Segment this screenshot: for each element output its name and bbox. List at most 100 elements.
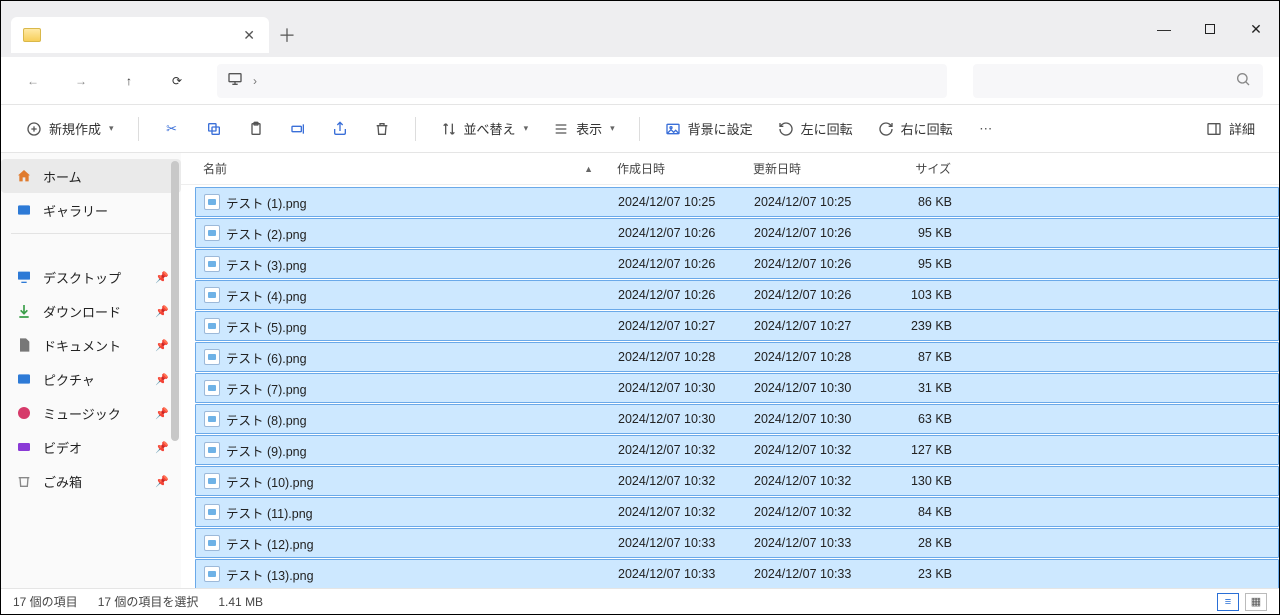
details-pane-button[interactable]: 詳細 [1197, 113, 1263, 144]
grid-view-button[interactable]: ▦ [1245, 593, 1267, 611]
separator [138, 117, 139, 141]
column-modified[interactable]: 更新日時 [745, 160, 877, 177]
sidebar-item-downloads[interactable]: ダウンロード 📌 [1, 294, 181, 328]
file-name: テスト (13).png [226, 565, 314, 584]
cut-button[interactable]: ✂ [155, 114, 189, 144]
clipboard-icon [247, 120, 265, 138]
new-tab-button[interactable]: ＋ [269, 22, 305, 48]
up-button[interactable]: ↑ [113, 65, 145, 97]
file-created: 2024/12/07 10:32 [610, 505, 746, 519]
sidebar-item-gallery[interactable]: ギャラリー [1, 193, 181, 227]
rotate-left-button[interactable]: 左に回転 [769, 113, 861, 144]
file-name: テスト (11).png [226, 503, 313, 522]
image-file-icon [204, 411, 220, 427]
copy-icon [205, 120, 223, 138]
sidebar-label: ドキュメント [43, 336, 121, 355]
image-file-icon [204, 535, 220, 551]
rename-button[interactable] [281, 114, 315, 144]
status-selected: 17 個の項目を選択 [98, 593, 199, 610]
delete-button[interactable] [365, 114, 399, 144]
column-created[interactable]: 作成日時 [609, 160, 745, 177]
rotate-right-button[interactable]: 右に回転 [869, 113, 961, 144]
sort-button[interactable]: 並べ替え ▾ [432, 113, 537, 144]
column-name[interactable]: 名前 ▲ [195, 160, 609, 177]
maximize-button[interactable] [1187, 13, 1233, 45]
file-row[interactable]: テスト (13).png2024/12/07 10:332024/12/07 1… [195, 559, 1279, 588]
sidebar-divider [11, 233, 171, 234]
pin-icon: 📌 [155, 373, 169, 386]
set-background-button[interactable]: 背景に設定 [656, 113, 761, 144]
file-area: 名前 ▲ 作成日時 更新日時 サイズ テスト (1).png2024/12/07… [181, 153, 1279, 588]
desktop-icon [15, 268, 33, 286]
new-button[interactable]: 新規作成 ▾ [17, 113, 122, 144]
file-created: 2024/12/07 10:28 [610, 350, 746, 364]
sidebar-scrollbar[interactable] [169, 153, 181, 588]
sort-label: 並べ替え [464, 119, 516, 138]
sidebar-item-trash[interactable]: ごみ箱 📌 [1, 464, 181, 498]
sidebar-item-music[interactable]: ミュージック 📌 [1, 396, 181, 430]
file-name: テスト (10).png [226, 472, 314, 491]
image-file-icon [204, 256, 220, 272]
file-row[interactable]: テスト (9).png2024/12/07 10:322024/12/07 10… [195, 435, 1279, 465]
picture-icon [15, 370, 33, 388]
file-created: 2024/12/07 10:26 [610, 226, 746, 240]
sidebar-item-documents[interactable]: ドキュメント 📌 [1, 328, 181, 362]
file-row[interactable]: テスト (2).png2024/12/07 10:262024/12/07 10… [195, 218, 1279, 248]
file-row[interactable]: テスト (1).png2024/12/07 10:252024/12/07 10… [195, 187, 1279, 217]
video-icon [15, 438, 33, 456]
image-file-icon [204, 287, 220, 303]
file-list[interactable]: テスト (1).png2024/12/07 10:252024/12/07 10… [181, 185, 1279, 588]
address-bar[interactable]: › [217, 64, 947, 98]
file-row[interactable]: テスト (3).png2024/12/07 10:262024/12/07 10… [195, 249, 1279, 279]
sidebar-item-home[interactable]: ホーム [1, 159, 181, 193]
file-row[interactable]: テスト (4).png2024/12/07 10:262024/12/07 10… [195, 280, 1279, 310]
image-file-icon [204, 566, 220, 582]
file-row[interactable]: テスト (10).png2024/12/07 10:322024/12/07 1… [195, 466, 1279, 496]
file-name: テスト (7).png [226, 379, 307, 398]
status-size: 1.41 MB [218, 595, 263, 609]
column-headers: 名前 ▲ 作成日時 更新日時 サイズ [181, 153, 1279, 185]
details-view-button[interactable]: ≡ [1217, 593, 1239, 611]
file-size: 127 KB [878, 443, 960, 457]
file-modified: 2024/12/07 10:30 [746, 412, 878, 426]
sidebar-label: ミュージック [43, 404, 121, 423]
close-window-button[interactable]: ✕ [1233, 13, 1279, 45]
sidebar-label: ビデオ [43, 438, 82, 457]
new-label: 新規作成 [49, 119, 101, 138]
paste-button[interactable] [239, 114, 273, 144]
chevron-right-icon: › [253, 74, 257, 88]
back-button[interactable]: ← [17, 65, 49, 97]
tab-current[interactable]: ✕ [11, 17, 269, 53]
file-modified: 2024/12/07 10:33 [746, 536, 878, 550]
more-button[interactable]: ⋯ [969, 114, 1003, 144]
status-bar: 17 個の項目 17 個の項目を選択 1.41 MB ≡ ▦ [1, 588, 1279, 614]
pin-icon: 📌 [155, 407, 169, 420]
file-row[interactable]: テスト (8).png2024/12/07 10:302024/12/07 10… [195, 404, 1279, 434]
file-name: テスト (12).png [226, 534, 314, 553]
file-row[interactable]: テスト (11).png2024/12/07 10:322024/12/07 1… [195, 497, 1279, 527]
share-button[interactable] [323, 114, 357, 144]
titlebar: ✕ ＋ — ✕ [1, 1, 1279, 57]
forward-button[interactable]: → [65, 65, 97, 97]
refresh-button[interactable]: ⟳ [161, 65, 193, 97]
file-row[interactable]: テスト (7).png2024/12/07 10:302024/12/07 10… [195, 373, 1279, 403]
file-size: 63 KB [878, 412, 960, 426]
sidebar-item-desktop[interactable]: デスクトップ 📌 [1, 260, 181, 294]
file-row[interactable]: テスト (5).png2024/12/07 10:272024/12/07 10… [195, 311, 1279, 341]
minimize-button[interactable]: — [1141, 13, 1187, 45]
close-tab-icon[interactable]: ✕ [243, 27, 255, 44]
status-count: 17 個の項目 [13, 593, 78, 610]
column-size[interactable]: サイズ [877, 160, 959, 177]
file-row[interactable]: テスト (6).png2024/12/07 10:282024/12/07 10… [195, 342, 1279, 372]
sidebar-item-videos[interactable]: ビデオ 📌 [1, 430, 181, 464]
file-size: 31 KB [878, 381, 960, 395]
chevron-down-icon: ▾ [610, 123, 615, 134]
file-row[interactable]: テスト (12).png2024/12/07 10:332024/12/07 1… [195, 528, 1279, 558]
copy-button[interactable] [197, 114, 231, 144]
search-input[interactable] [973, 64, 1263, 98]
sidebar-item-pictures[interactable]: ピクチャ 📌 [1, 362, 181, 396]
view-button[interactable]: 表示 ▾ [544, 113, 623, 144]
file-size: 103 KB [878, 288, 960, 302]
image-file-icon [204, 473, 220, 489]
image-file-icon [204, 380, 220, 396]
